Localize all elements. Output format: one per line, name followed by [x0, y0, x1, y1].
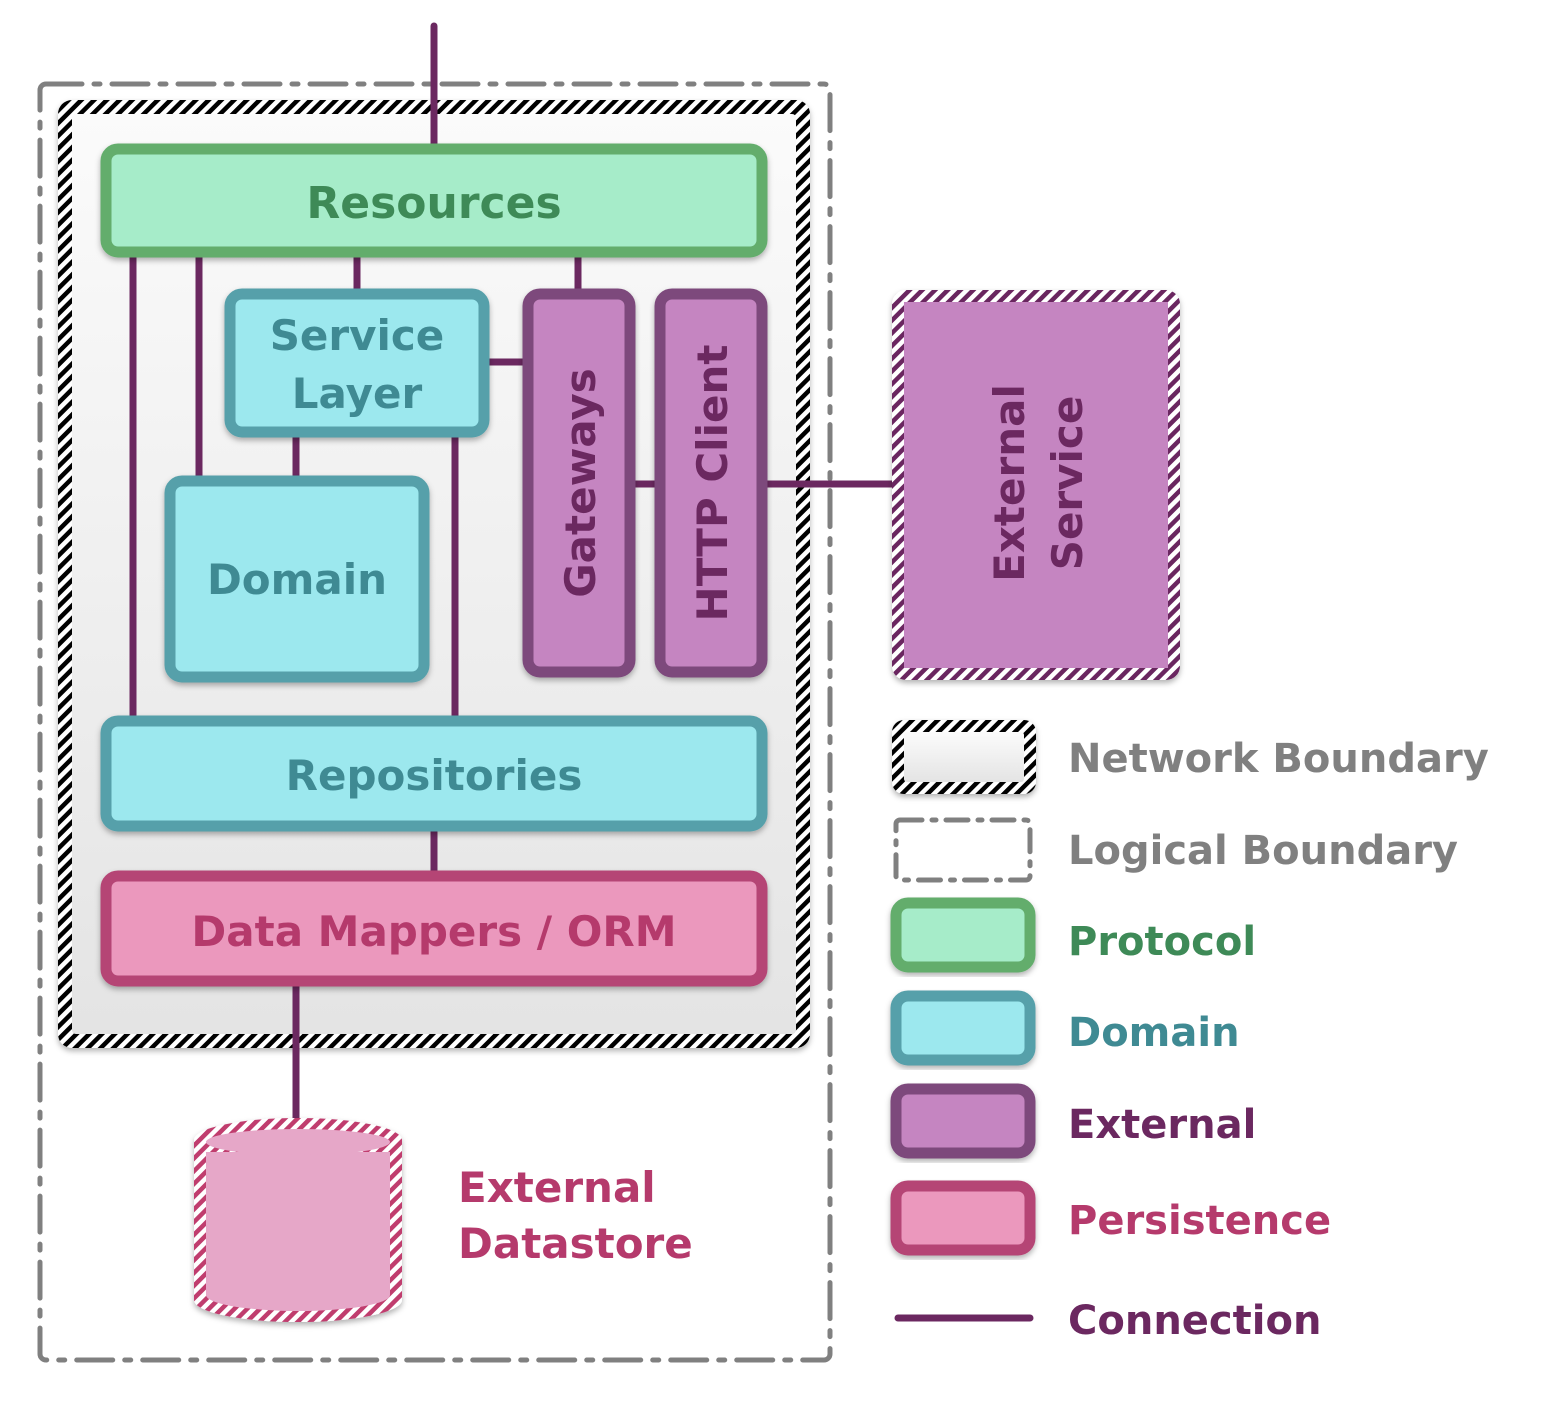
legend-label-protocol: Protocol: [1068, 919, 1256, 965]
data-mappers-label: Data Mappers / ORM: [191, 907, 676, 956]
resources-label: Resources: [306, 178, 561, 229]
legend-swatch-persistence: [890, 1180, 1036, 1256]
external-service-label-line1: External: [985, 384, 1034, 582]
gateways-label: Gateways: [556, 368, 605, 598]
legend-swatch-network: [892, 720, 1036, 794]
legend-swatch-logical: [893, 817, 1033, 883]
http-client-label: HTTP Client: [688, 345, 737, 622]
domain-label: Domain: [207, 555, 387, 604]
legend-label-connection: Connection: [1068, 1298, 1321, 1344]
architecture-diagram: Resources Service Layer Domain Gateways …: [37, 22, 1489, 1363]
external-datastore-node: [194, 1118, 402, 1322]
external-service-label-line2: Service: [1043, 396, 1092, 571]
service-layer-label-line1: Service: [270, 311, 445, 360]
repositories-label: Repositories: [286, 751, 583, 800]
legend-label-network: Network Boundary: [1068, 736, 1489, 782]
legend-label-external: External: [1068, 1102, 1256, 1148]
external-datastore-label-line1: External: [458, 1163, 656, 1212]
legend-swatch-protocol: [890, 897, 1036, 973]
legend: Network Boundary Logical Boundary Protoc…: [890, 720, 1489, 1344]
external-datastore-label-line2: Datastore: [458, 1219, 693, 1268]
legend-swatch-domain: [890, 990, 1036, 1066]
legend-label-domain: Domain: [1068, 1010, 1240, 1056]
service-layer-label-line2: Layer: [292, 369, 423, 418]
legend-label-persistence: Persistence: [1068, 1198, 1331, 1244]
external-service-node: [892, 290, 1180, 680]
legend-label-logical: Logical Boundary: [1068, 828, 1458, 874]
legend-swatch-external: [890, 1083, 1036, 1159]
